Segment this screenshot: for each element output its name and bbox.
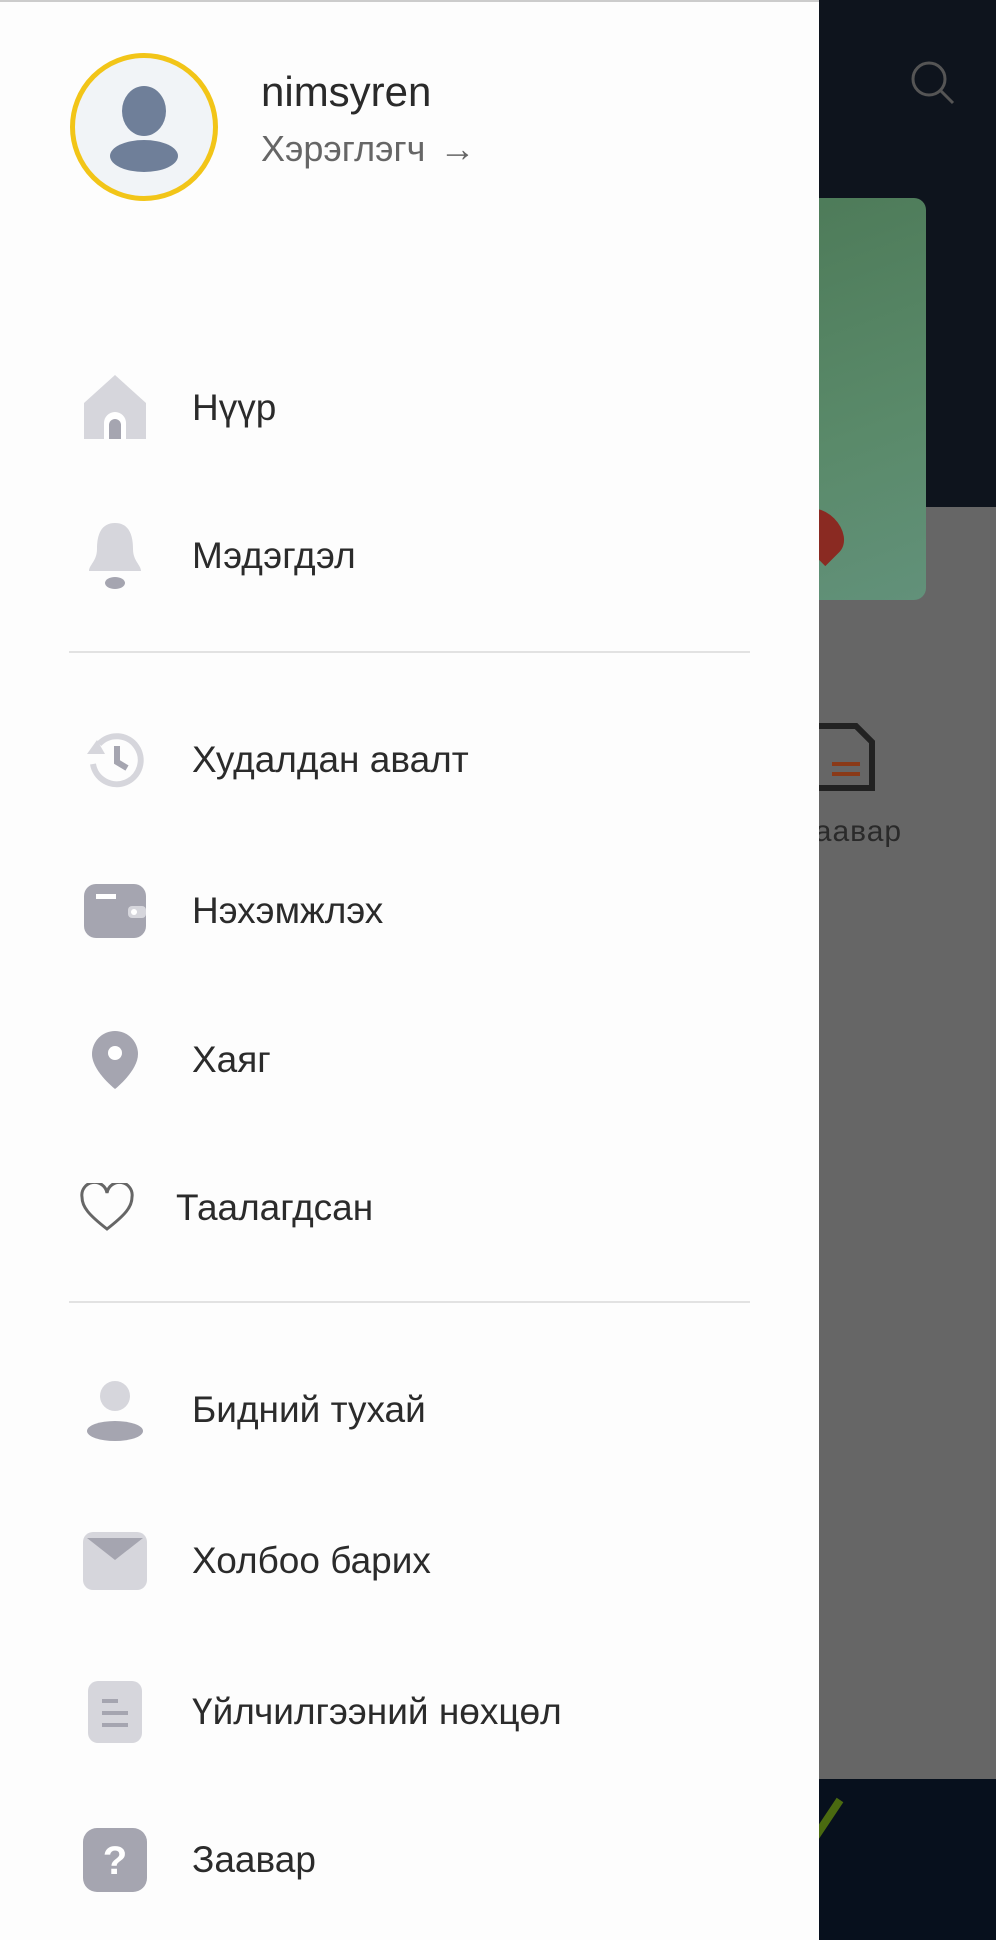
person-icon [80,1375,150,1445]
arrow-right-icon: → [439,128,476,169]
menu-item-label: Заавар [192,1839,316,1880]
menu-item-label: Холбоо барих [192,1540,431,1581]
menu-item-label: Хаяг [192,1039,271,1080]
history-icon [80,725,150,795]
search-icon[interactable] [908,58,958,108]
profile-link[interactable]: Хэрэглэгч → [261,128,475,170]
home-icon [80,373,150,443]
menu-item-notifications[interactable]: Мэдэгдэл [0,501,819,611]
menu-item-contact[interactable]: Холбоо барих [0,1506,819,1616]
menu-item-label: Бидний тухай [192,1389,426,1430]
menu-item-terms[interactable]: Үйлчилгээний нөхцөл [0,1657,819,1767]
mail-icon [80,1526,150,1596]
help-icon: ? [80,1825,150,1895]
divider [69,651,750,653]
username: nimsyren [261,68,432,115]
menu-item-favorites[interactable]: Таалагдсан [0,1153,819,1263]
menu-item-label: Худалдан авалт [192,739,469,780]
menu-item-about[interactable]: Бидний тухай [0,1355,819,1465]
menu-item-label: Нүүр [192,387,277,428]
menu-item-invoices[interactable]: Нэхэмжлэх [0,856,819,966]
avatar[interactable] [70,53,218,201]
user-icon [110,86,178,172]
svg-text:?: ? [103,1839,127,1883]
divider [69,1301,750,1303]
navigation-drawer: nimsyren Хэрэглэгч → Нүүр Мэдэгдэл Худалд… [0,0,819,1940]
document-icon [80,1677,150,1747]
heart-icon [72,1173,142,1243]
location-pin-icon [80,1025,150,1095]
menu-item-label: Үйлчилгээний нөхцөл [192,1691,562,1732]
menu-item-home[interactable]: Нүүр [0,353,819,463]
menu-item-purchases[interactable]: Худалдан авалт [0,705,819,815]
menu-item-help[interactable]: ? Заавар [0,1805,819,1915]
menu-item-address[interactable]: Хаяг [0,1005,819,1115]
bell-icon [80,521,150,591]
menu-item-label: Таалагдсан [176,1187,374,1228]
wallet-icon [80,876,150,946]
menu-item-label: Мэдэгдэл [192,535,356,576]
user-role: Хэрэглэгч [261,128,426,169]
menu-item-label: Нэхэмжлэх [192,890,384,931]
document-icon [813,723,875,791]
